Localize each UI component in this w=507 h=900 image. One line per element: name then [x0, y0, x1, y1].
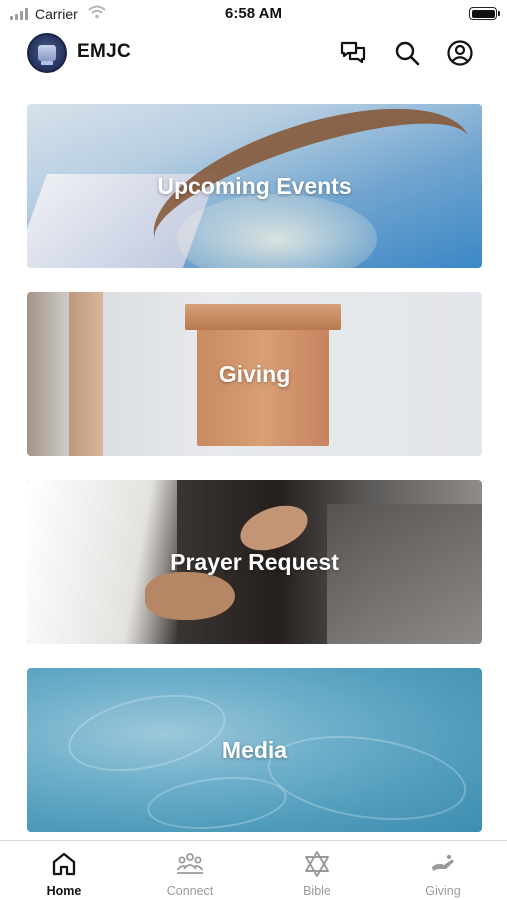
profile-icon[interactable] — [446, 39, 474, 67]
upcoming-events-card[interactable]: Upcoming Events — [27, 104, 482, 268]
battery-icon — [469, 7, 500, 20]
search-icon[interactable] — [393, 39, 421, 67]
tab-label: Home — [46, 884, 82, 898]
home-icon — [50, 850, 78, 878]
chat-icon[interactable] — [339, 39, 367, 67]
card-title: Giving — [218, 360, 291, 387]
status-bar: Carrier 6:58 AM — [0, 0, 507, 28]
tab-label: Giving — [425, 884, 461, 898]
giving-hand-icon — [429, 850, 457, 878]
clock: 6:58 AM — [225, 5, 282, 22]
app-title: EMJC — [77, 41, 131, 62]
tab-home[interactable]: Home — [1, 841, 127, 900]
tab-bible[interactable]: Bible — [254, 841, 380, 900]
tab-connect[interactable]: Connect — [127, 841, 253, 900]
bottom-tab-bar: Home Connect Bible Giving — [0, 840, 507, 900]
people-icon — [176, 850, 204, 878]
tab-label: Connect — [166, 884, 214, 898]
star-of-david-icon — [303, 850, 331, 878]
tab-label: Bible — [303, 884, 331, 898]
giving-card[interactable]: Giving — [27, 292, 482, 456]
card-title: Prayer Request — [170, 548, 339, 575]
media-card[interactable]: Media — [27, 668, 482, 832]
app-header: EMJC — [0, 30, 507, 76]
card-title: Media — [221, 736, 288, 763]
church-logo[interactable] — [27, 33, 67, 73]
tab-giving[interactable]: Giving — [380, 841, 506, 900]
prayer-request-card[interactable]: Prayer Request — [27, 480, 482, 644]
card-title: Upcoming Events — [157, 172, 352, 199]
